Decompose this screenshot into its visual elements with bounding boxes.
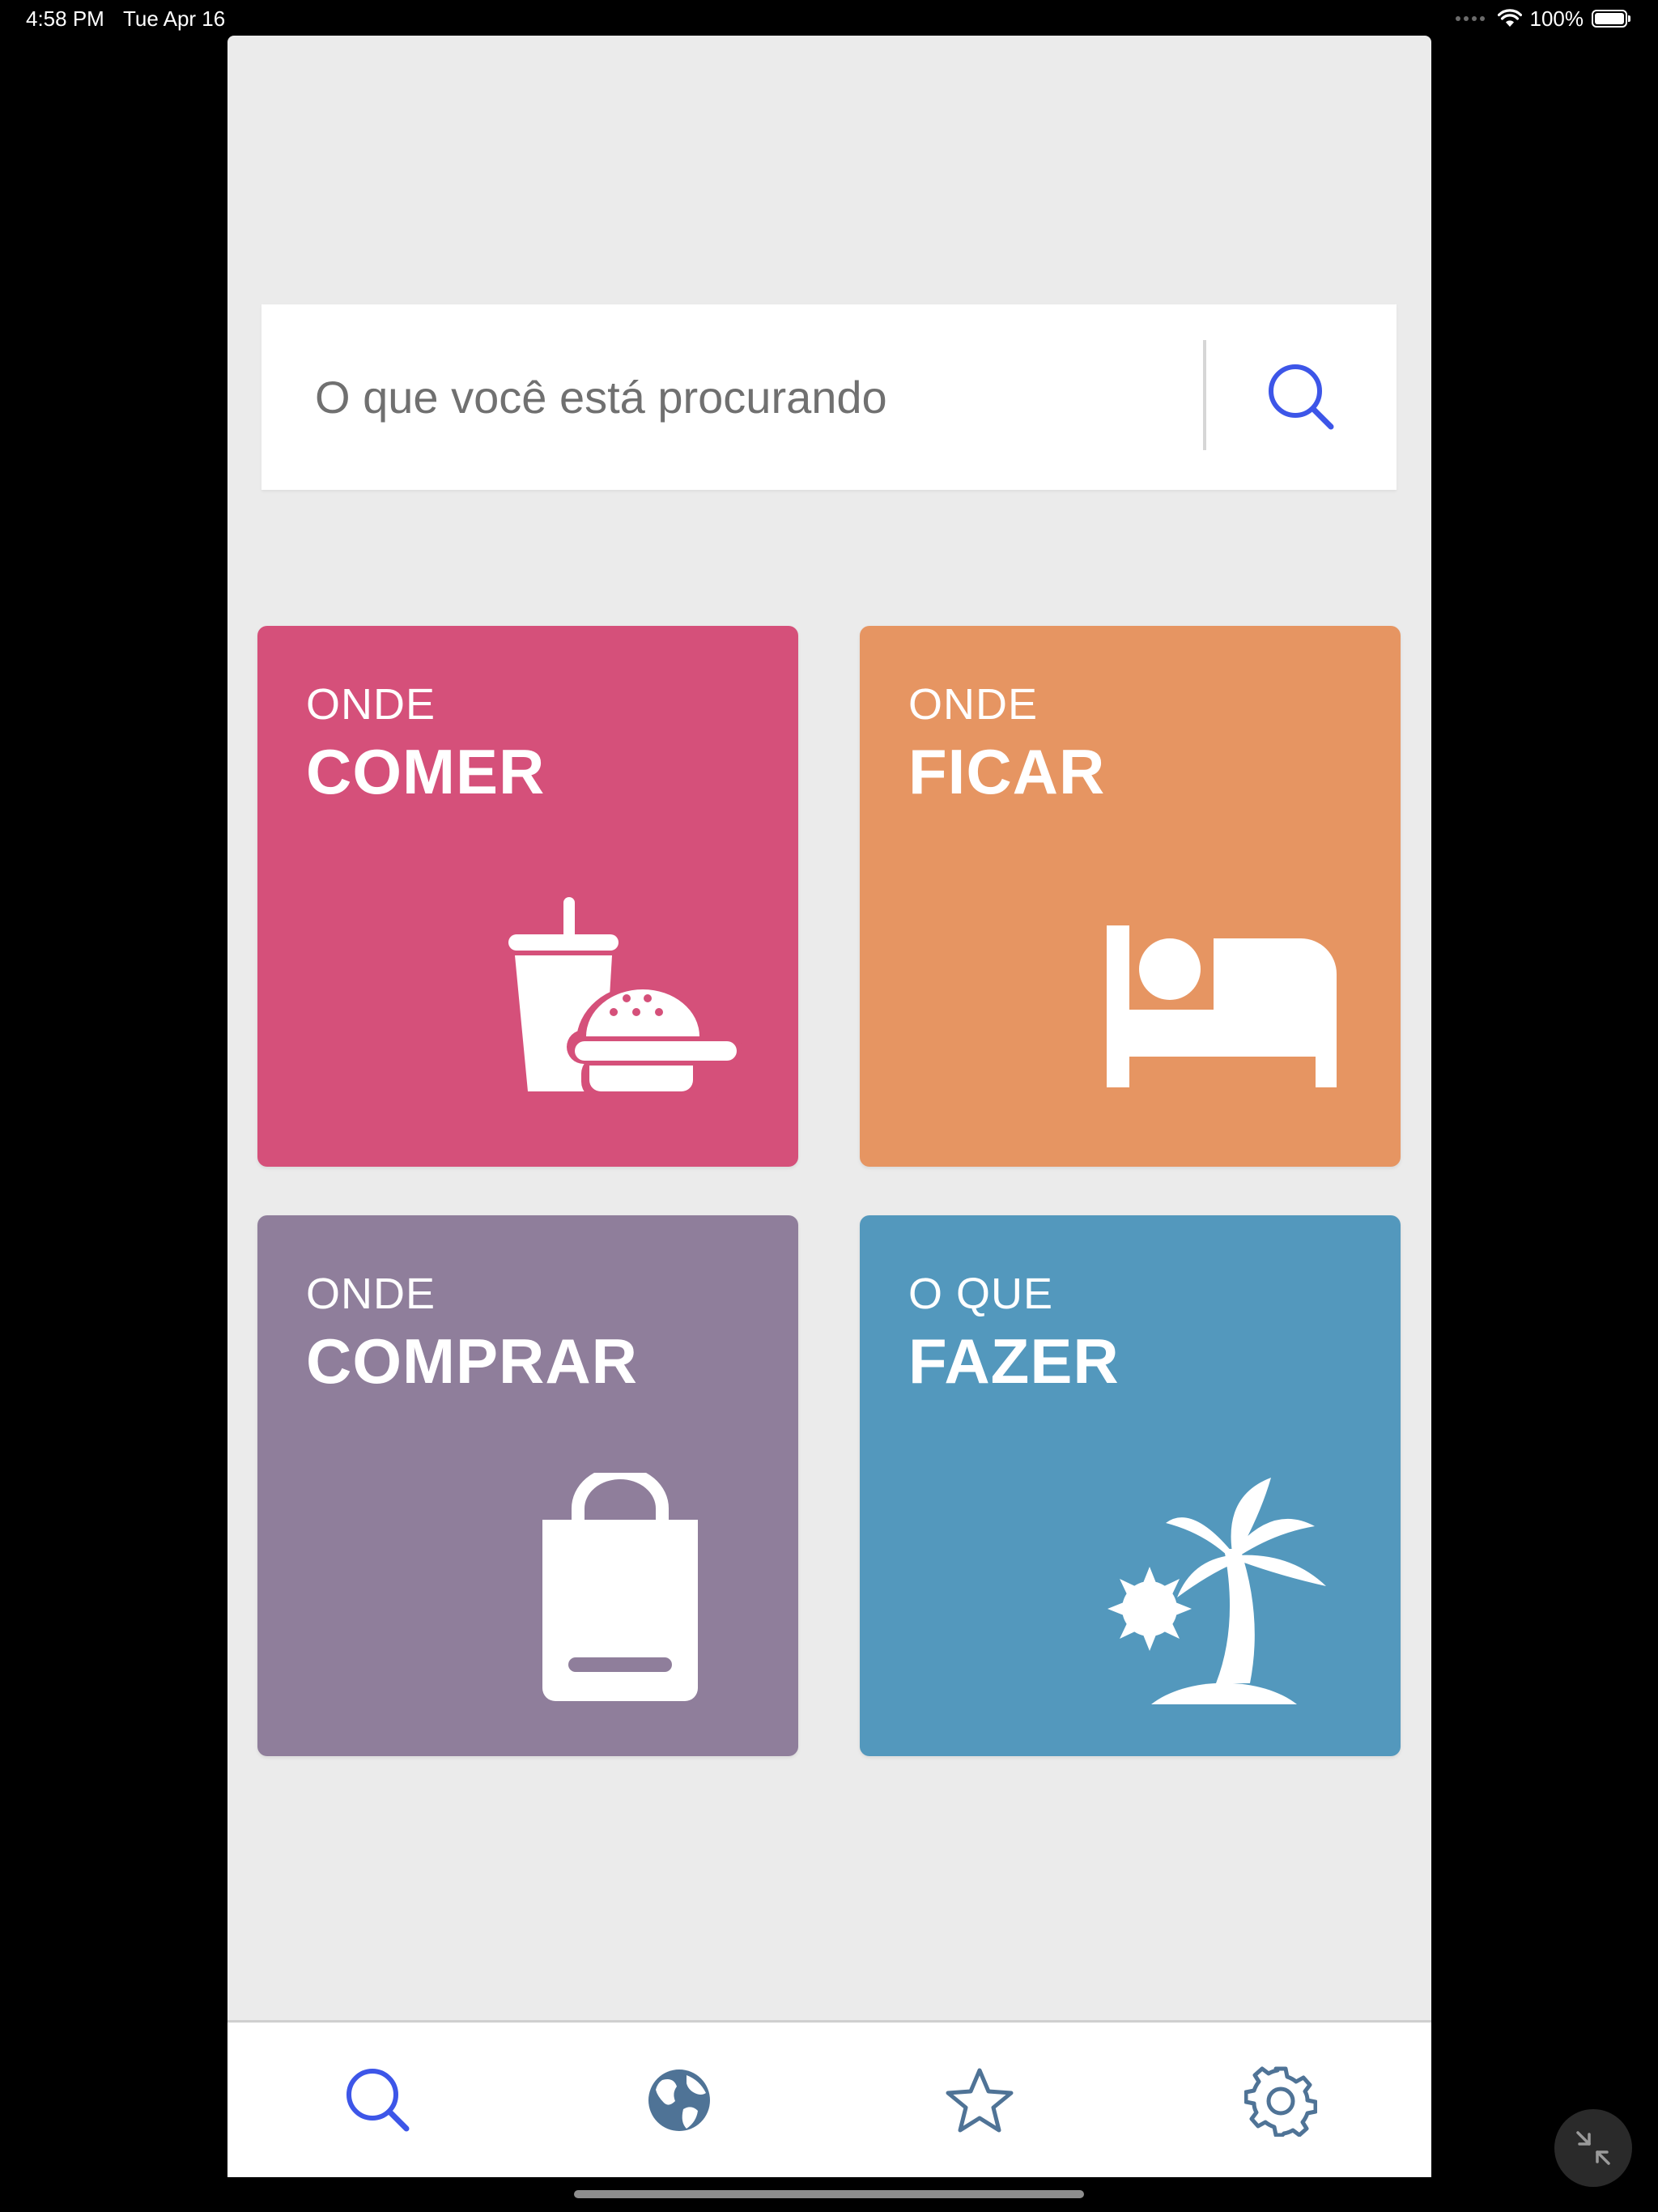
status-bar: 4:58 PM Tue Apr 16 100% <box>0 0 1658 39</box>
status-time: 4:58 PM <box>26 6 104 31</box>
tab-bar <box>227 2020 1431 2177</box>
status-indicators: 100% <box>1455 5 1633 32</box>
tile-title: COMPRAR <box>306 1325 638 1397</box>
tile-onde-comprar[interactable]: ONDE COMPRAR <box>257 1215 798 1756</box>
minimize-button[interactable] <box>1554 2109 1632 2187</box>
collapse-arrows-icon <box>1576 2131 1610 2165</box>
battery-percent: 100% <box>1529 6 1584 31</box>
app-window: ONDE COMER ONDE <box>227 36 1431 2177</box>
search-button[interactable] <box>1233 337 1371 458</box>
palm-tree-icon <box>1107 1478 1326 1704</box>
tile-title: FAZER <box>908 1325 1120 1397</box>
status-date: Tue Apr 16 <box>123 6 226 31</box>
tile-kicker: ONDE <box>908 680 1039 729</box>
tile-kicker: ONDE <box>306 1270 436 1318</box>
home-indicator[interactable] <box>574 2190 1084 2198</box>
gear-icon <box>1244 2066 1318 2137</box>
cellular-signal-icon <box>1455 16 1485 21</box>
search-bar <box>261 304 1397 490</box>
shopping-bag-icon <box>542 1473 698 1701</box>
search-icon <box>1269 364 1334 430</box>
tile-kicker: ONDE <box>306 680 436 729</box>
tab-explore[interactable] <box>529 2023 830 2177</box>
search-divider <box>1203 340 1206 450</box>
tab-favorites[interactable] <box>830 2023 1131 2177</box>
tab-search[interactable] <box>227 2023 529 2177</box>
tile-onde-ficar[interactable]: ONDE FICAR <box>860 626 1401 1167</box>
tile-kicker: O QUE <box>908 1270 1054 1318</box>
tile-o-que-fazer[interactable]: O QUE FAZER <box>860 1215 1401 1756</box>
tile-title: COMER <box>306 736 546 807</box>
globe-icon <box>648 2069 710 2131</box>
search-icon <box>346 2068 410 2131</box>
tile-onde-comer[interactable]: ONDE COMER <box>257 626 798 1167</box>
star-icon <box>946 2068 1014 2132</box>
tile-title: FICAR <box>908 736 1106 807</box>
battery-icon <box>1592 9 1632 28</box>
wifi-icon <box>1497 9 1522 27</box>
food-drink-icon <box>508 897 742 1100</box>
bed-icon <box>1107 925 1337 1087</box>
tab-settings[interactable] <box>1130 2023 1431 2177</box>
search-input[interactable] <box>261 304 1201 490</box>
